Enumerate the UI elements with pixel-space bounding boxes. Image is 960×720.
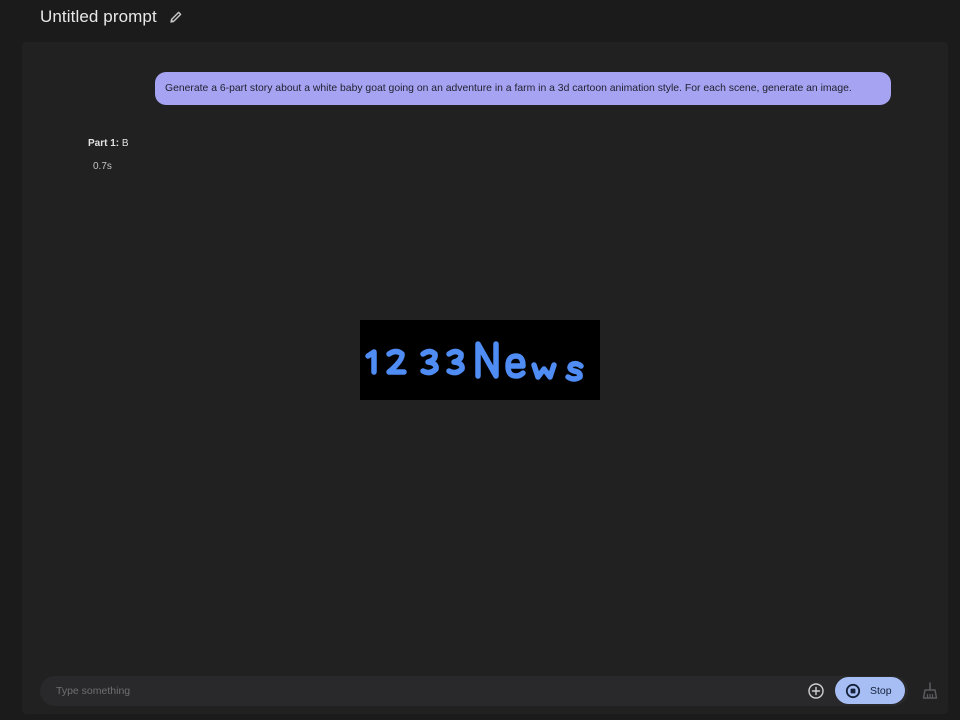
pencil-icon[interactable] — [168, 9, 184, 25]
response-text: B — [119, 138, 129, 149]
stop-circle-icon — [845, 683, 861, 698]
plus-circle-icon[interactable] — [807, 682, 825, 700]
prompt-input[interactable] — [56, 676, 796, 706]
broom-icon[interactable] — [920, 681, 940, 701]
stop-button-label: Stop — [870, 684, 892, 697]
stop-button[interactable]: Stop — [835, 677, 905, 704]
model-response: Part 1: B — [88, 138, 129, 149]
header: Untitled prompt — [0, 0, 960, 40]
watermark-logo-graphic — [365, 341, 584, 382]
user-message: Generate a 6-part story about a white ba… — [155, 72, 891, 105]
watermark-logo — [360, 320, 600, 400]
page-title: Untitled prompt — [40, 7, 157, 26]
response-heading: Part 1: — [88, 138, 120, 149]
page: Untitled prompt Generate a 6-part story … — [0, 0, 960, 720]
response-timing: 0.7s — [93, 161, 112, 172]
prompt-input-bar: Stop — [40, 676, 908, 706]
